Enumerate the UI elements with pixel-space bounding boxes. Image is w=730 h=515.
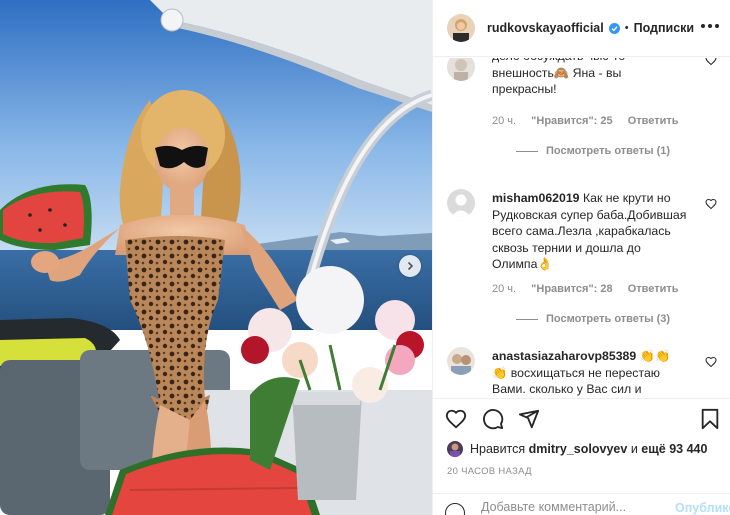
view-replies-button[interactable]: Посмотреть ответы (1) (516, 145, 670, 157)
likes-summary: Нравится dmitry_solovyev и ещё 93 440 (447, 440, 707, 458)
separator-dot: • (624, 22, 629, 34)
comment-bubble-icon[interactable] (482, 408, 504, 430)
add-comment-bar: Опубликовать (433, 493, 730, 515)
comment-likes-count[interactable]: "Нравится": 28 (531, 283, 612, 295)
comment-likes-count[interactable]: "Нравится": 25 (531, 115, 612, 127)
replies-line (516, 150, 538, 152)
comment-text: дело обсуждать чью-то внешность🙈 Яна - в… (492, 58, 625, 96)
likes-and: и (630, 442, 638, 456)
others-likes-count[interactable]: ещё 93 440 (641, 442, 707, 456)
post-timestamp[interactable]: 20 ЧАСОВ НАЗАД (447, 466, 532, 477)
post-header: rudkovskayaofficial • Подписки (433, 0, 730, 57)
view-replies-label: Посмотреть ответы (3) (546, 313, 671, 325)
view-replies-button[interactable]: Посмотреть ответы (3) (516, 313, 670, 325)
likes-prefix: Нравится (470, 442, 526, 456)
comments-list: дело обсуждать чью-то внешность🙈 Яна - в… (433, 58, 730, 398)
replies-line (516, 318, 538, 320)
author-username[interactable]: rudkovskayaofficial (487, 21, 604, 35)
like-comment-heart-icon[interactable] (705, 58, 717, 66)
comment-item: anastasiazaharovp85389 👏👏 👏 восхищаться … (447, 346, 717, 398)
liker-username[interactable]: dmitry_solovyev (529, 442, 628, 456)
comment-item: дело обсуждать чью-то внешность🙈 Яна - в… (447, 58, 717, 168)
comment-meta: 20 ч. "Нравится": 25 Ответить (492, 115, 691, 127)
liker-avatar[interactable] (447, 441, 463, 457)
commenter-avatar[interactable] (447, 58, 475, 81)
like-heart-icon[interactable] (445, 408, 467, 430)
comment-input[interactable] (481, 500, 661, 514)
comment-meta: 20 ч. "Нравится": 28 Ответить (492, 283, 691, 295)
commenter-username[interactable]: anastasiazaharovp85389 (492, 349, 636, 363)
publish-button[interactable]: Опубликовать (675, 501, 730, 515)
post-photo-image (0, 0, 432, 515)
more-options-icon[interactable] (701, 20, 719, 32)
comment-text: misham062019 Как не крути но Рудковская … (492, 190, 687, 273)
reply-button[interactable]: Ответить (628, 283, 679, 295)
author-avatar[interactable] (447, 14, 475, 42)
like-comment-heart-icon[interactable] (705, 356, 717, 368)
comment-time[interactable]: 20 ч. (492, 283, 516, 295)
view-replies-label: Посмотреть ответы (1) (546, 145, 671, 157)
reply-button[interactable]: Ответить (628, 115, 679, 127)
comment-item: misham062019 Как не крути но Рудковская … (447, 188, 717, 328)
carousel-next-button[interactable] (399, 255, 421, 277)
share-send-icon[interactable] (518, 408, 540, 430)
following-button[interactable]: Подписки (634, 21, 695, 35)
commenter-avatar[interactable] (447, 189, 475, 217)
chevron-right-icon (407, 261, 414, 271)
save-bookmark-icon[interactable] (699, 408, 721, 430)
comment-text: anastasiazaharovp85389 👏👏 👏 восхищаться … (492, 348, 687, 398)
like-comment-heart-icon[interactable] (705, 198, 717, 210)
post-side-panel: rudkovskayaofficial • Подписки дело обсу… (432, 0, 730, 515)
commenter-username[interactable]: misham062019 (492, 191, 580, 205)
post-actions-bar (433, 398, 730, 436)
comment-time[interactable]: 20 ч. (492, 115, 516, 127)
verified-badge-icon (608, 22, 620, 34)
post-photo[interactable] (0, 0, 432, 515)
commenter-avatar[interactable] (447, 347, 475, 375)
emoji-icon[interactable] (445, 503, 465, 515)
